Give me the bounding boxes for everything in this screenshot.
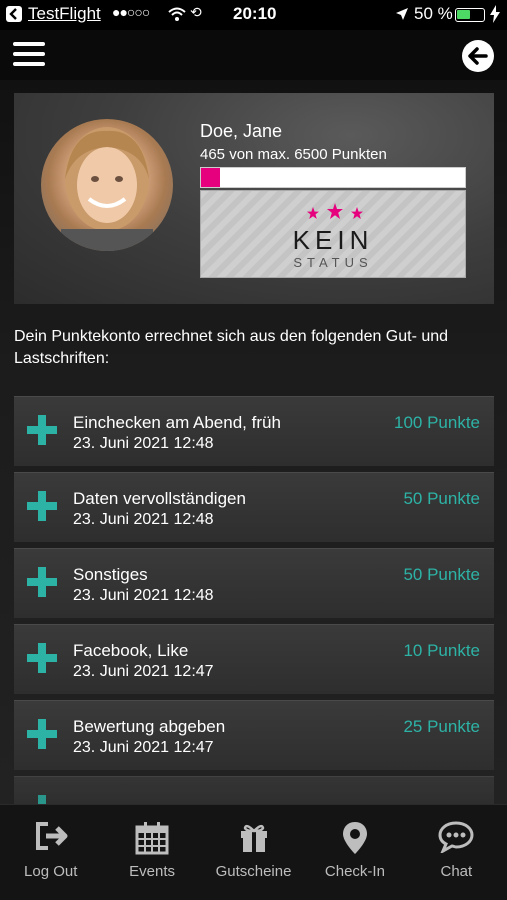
points-progress-bar <box>200 167 466 188</box>
list-item[interactable]: Einchecken am Abend, früh 23. Juni 2021 … <box>14 396 494 466</box>
list-item[interactable]: Sonstiges 23. Juni 2021 12:48 50 Punkte <box>14 548 494 618</box>
transaction-date: 23. Juni 2021 12:47 <box>73 739 214 756</box>
plus-icon <box>27 643 57 673</box>
tab-label: Chat <box>440 863 473 880</box>
transaction-title: Daten vervollständigen <box>73 489 246 508</box>
location-pin-icon <box>342 822 367 854</box>
list-item[interactable]: Daten vervollständigen 23. Juni 2021 12:… <box>14 472 494 542</box>
transaction-date: 23. Juni 2021 12:48 <box>73 435 214 452</box>
list-item-partial[interactable] <box>14 776 494 804</box>
transaction-points: 10 Punkte <box>403 641 480 660</box>
stars-icon <box>307 203 363 219</box>
plus-icon <box>27 415 57 445</box>
transaction-points: 50 Punkte <box>403 489 480 508</box>
profile-card: Doe, Jane 465 von max. 6500 Punkten KEIN… <box>14 93 494 304</box>
plus-icon <box>27 491 57 521</box>
status-bar: TestFlight ●●○○○ ⟲ 20:10 50 % <box>0 0 507 30</box>
transaction-title: Facebook, Like <box>73 641 189 660</box>
plus-icon <box>27 795 57 804</box>
status-badge: KEIN STATUS <box>200 190 466 278</box>
menu-icon[interactable] <box>13 42 45 68</box>
tab-check-in[interactable]: Check-In <box>304 805 405 900</box>
location-arrow-icon <box>395 6 409 26</box>
back-to-app-icon[interactable] <box>6 6 22 22</box>
points-summary: 465 von max. 6500 Punkten <box>200 146 387 163</box>
tab-label: Events <box>129 863 176 880</box>
points-progress-fill <box>201 168 220 187</box>
avatar <box>41 119 173 251</box>
calendar-icon <box>135 822 169 855</box>
transaction-title: Sonstiges <box>73 565 148 584</box>
nav-bar <box>0 30 507 80</box>
tab-label: Check-In <box>324 863 385 880</box>
signal-strength: ●●○○○ <box>112 4 150 20</box>
tab-label: Log Out <box>24 863 78 880</box>
wifi-icon <box>168 6 186 26</box>
back-arrow-icon[interactable] <box>462 40 494 72</box>
transaction-list: Einchecken am Abend, früh 23. Juni 2021 … <box>14 396 494 804</box>
main-content: Doe, Jane 465 von max. 6500 Punkten KEIN… <box>0 80 507 804</box>
plus-icon <box>27 567 57 597</box>
transaction-title: Bewertung abgeben <box>73 717 226 736</box>
transaction-points: 100 Punkte <box>393 413 480 432</box>
tab-chat[interactable]: Chat <box>406 805 507 900</box>
list-item[interactable]: Facebook, Like 23. Juni 2021 12:47 10 Pu… <box>14 624 494 694</box>
back-app-name[interactable]: TestFlight <box>28 4 101 24</box>
list-item[interactable]: Bewertung abgeben 23. Juni 2021 12:47 25… <box>14 700 494 770</box>
clock: 20:10 <box>233 4 277 23</box>
status-title: KEIN <box>292 225 374 255</box>
tab-gutscheine[interactable]: Gutscheine <box>203 805 304 900</box>
tab-log-out[interactable]: Log Out <box>0 805 101 900</box>
tab-label: Gutscheine <box>215 863 292 880</box>
profile-name: Doe, Jane <box>200 121 283 141</box>
logout-icon <box>35 822 68 850</box>
battery-icon <box>455 8 485 22</box>
charging-bolt-icon <box>489 5 501 28</box>
gift-icon <box>240 824 267 852</box>
transaction-points: 25 Punkte <box>403 717 480 736</box>
plus-icon <box>27 719 57 749</box>
transaction-date: 23. Juni 2021 12:48 <box>73 587 214 604</box>
intro-text: Dein Punktekonto errechnet sich aus den … <box>14 328 449 367</box>
sync-icon: ⟲ <box>190 4 202 20</box>
transaction-title: Einchecken am Abend, früh <box>73 413 281 432</box>
tab-bar: Log Out Events Gutscheine Check-In Chat <box>0 804 507 900</box>
battery-percent: 50 % <box>414 4 453 23</box>
tab-events[interactable]: Events <box>101 805 202 900</box>
chat-bubble-icon <box>438 821 474 853</box>
transaction-date: 23. Juni 2021 12:47 <box>73 663 214 680</box>
status-subtitle: STATUS <box>293 255 373 270</box>
transaction-points: 50 Punkte <box>403 565 480 584</box>
transaction-date: 23. Juni 2021 12:48 <box>73 511 214 528</box>
